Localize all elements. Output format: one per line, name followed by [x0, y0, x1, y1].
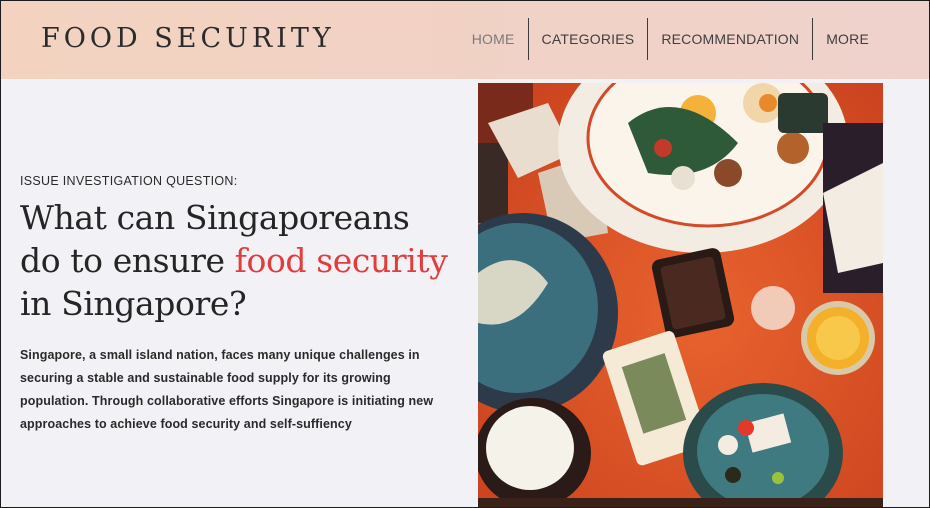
main-nav: HOME CATEGORIES RECOMMENDATION MORE [472, 18, 929, 60]
page-frame: FOOD SECURITY HOME CATEGORIES RECOMMENDA… [0, 0, 930, 508]
nav-categories[interactable]: CATEGORIES [529, 18, 648, 60]
hero-image [478, 83, 883, 507]
food-table-illustration-icon [478, 83, 883, 507]
headline-space [306, 241, 316, 280]
hero-headline: What can Singaporeans do to ensure food … [20, 196, 450, 325]
eyebrow-label: ISSUE INVESTIGATION QUESTION: [20, 174, 238, 188]
nav-more[interactable]: MORE [813, 18, 929, 60]
headline-highlight-food: food [234, 241, 307, 280]
hero-description: Singapore, a small island nation, faces … [20, 348, 434, 431]
site-header: FOOD SECURITY HOME CATEGORIES RECOMMENDA… [1, 1, 929, 79]
nav-recommendation[interactable]: RECOMMENDATION [648, 18, 812, 60]
headline-text-end: in Singapore? [20, 284, 247, 323]
nav-home[interactable]: HOME [472, 18, 528, 60]
headline-highlight-security: security [316, 241, 448, 280]
site-title[interactable]: FOOD SECURITY [41, 21, 335, 57]
